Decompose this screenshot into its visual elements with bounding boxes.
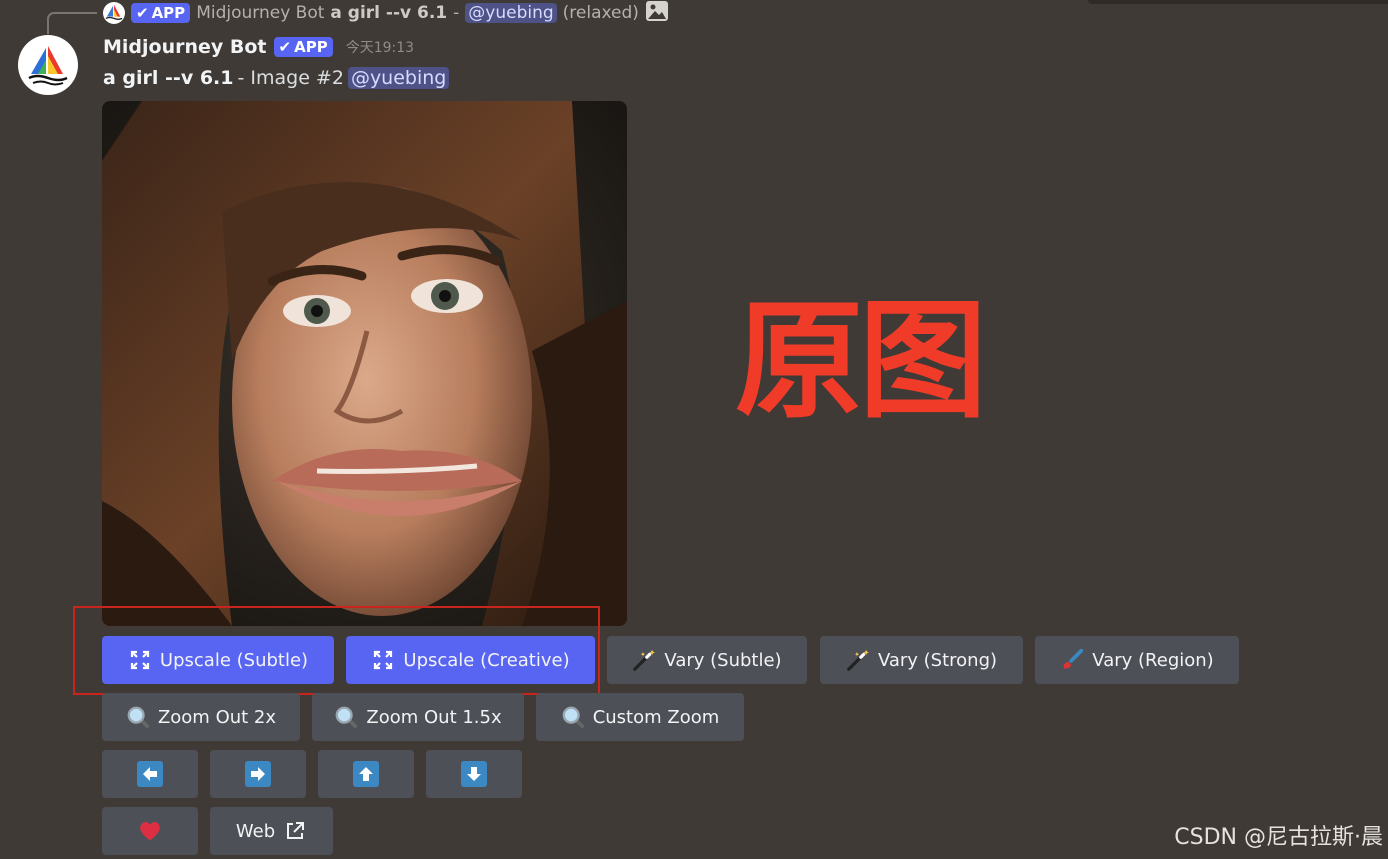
web-link-button[interactable]: Web xyxy=(210,807,333,855)
app-badge: ✔ APP xyxy=(131,3,191,23)
bot-avatar-small xyxy=(103,2,125,24)
generated-image[interactable] xyxy=(102,101,627,626)
reply-reference[interactable]: ✔ APP Midjourney Bot a girl --v 6.1 - @yu… xyxy=(103,0,669,26)
upscale-creative-button[interactable]: Upscale (Creative) xyxy=(346,636,595,684)
reply-separator: - xyxy=(453,3,460,23)
pan-right-button[interactable] xyxy=(210,750,306,798)
vary-region-button[interactable]: Vary (Region) xyxy=(1035,636,1239,684)
verified-check-icon: ✔ xyxy=(136,4,149,22)
expand-icon xyxy=(128,648,152,672)
expand-icon xyxy=(371,648,395,672)
pan-down-button[interactable] xyxy=(426,750,522,798)
vary-strong-button[interactable]: ✦ ✦ Vary (Strong) xyxy=(820,636,1023,684)
zoom-out-1-5x-button[interactable]: Zoom Out 1.5x xyxy=(312,693,524,741)
svg-text:✦: ✦ xyxy=(863,647,870,657)
reply-author[interactable]: Midjourney Bot xyxy=(196,3,324,23)
upscale-subtle-button[interactable]: Upscale (Subtle) xyxy=(102,636,334,684)
reply-prompt: a girl --v 6.1 xyxy=(330,3,448,23)
app-badge: ✔ APP xyxy=(273,37,333,57)
arrow-down-icon xyxy=(461,761,487,787)
image-label: - Image #2 xyxy=(237,67,344,89)
heart-icon xyxy=(138,819,162,843)
paintbrush-icon xyxy=(1060,648,1084,672)
arrow-left-icon xyxy=(137,761,163,787)
reply-mode: (relaxed) xyxy=(562,3,639,23)
annotation-label: 原图 xyxy=(735,287,987,436)
reply-mention[interactable]: @yuebing xyxy=(465,3,557,23)
message-prompt: a girl --v 6.1 xyxy=(103,67,234,89)
bot-avatar[interactable] xyxy=(18,35,78,95)
svg-text:✦: ✦ xyxy=(641,650,647,658)
verified-check-icon: ✔ xyxy=(278,38,292,56)
message-timestamp: 今天19:13 xyxy=(345,40,415,56)
reply-connector xyxy=(47,12,97,34)
zoom-out-2x-button[interactable]: Zoom Out 2x xyxy=(102,693,300,741)
magnifier-icon xyxy=(561,705,585,729)
window-edge xyxy=(1088,0,1388,4)
message-mention[interactable]: @yuebing xyxy=(347,67,450,89)
watermark-text: CSDN @尼古拉斯·晨 xyxy=(1174,825,1383,850)
magnifier-icon xyxy=(126,705,150,729)
magnifier-icon xyxy=(334,705,358,729)
message-header: Midjourney Bot ✔ APP 今天19:13 xyxy=(103,36,414,58)
arrow-up-icon xyxy=(353,761,379,787)
image-attachment-icon[interactable] xyxy=(645,0,669,27)
magic-wand-icon: ✦ ✦ xyxy=(846,647,870,672)
external-link-icon xyxy=(283,819,307,843)
svg-text:✦: ✦ xyxy=(854,650,860,658)
magic-wand-icon: ✦ ✦ xyxy=(632,647,656,672)
message-content: a girl --v 6.1 - Image #2 @yuebing xyxy=(103,67,450,89)
pan-up-button[interactable] xyxy=(318,750,414,798)
arrow-right-icon xyxy=(245,761,271,787)
pan-left-button[interactable] xyxy=(102,750,198,798)
svg-text:✦: ✦ xyxy=(649,647,656,657)
author-name[interactable]: Midjourney Bot xyxy=(103,36,267,58)
favorite-button[interactable] xyxy=(102,807,198,855)
custom-zoom-button[interactable]: Custom Zoom xyxy=(536,693,744,741)
vary-subtle-button[interactable]: ✦ ✦ Vary (Subtle) xyxy=(607,636,807,684)
